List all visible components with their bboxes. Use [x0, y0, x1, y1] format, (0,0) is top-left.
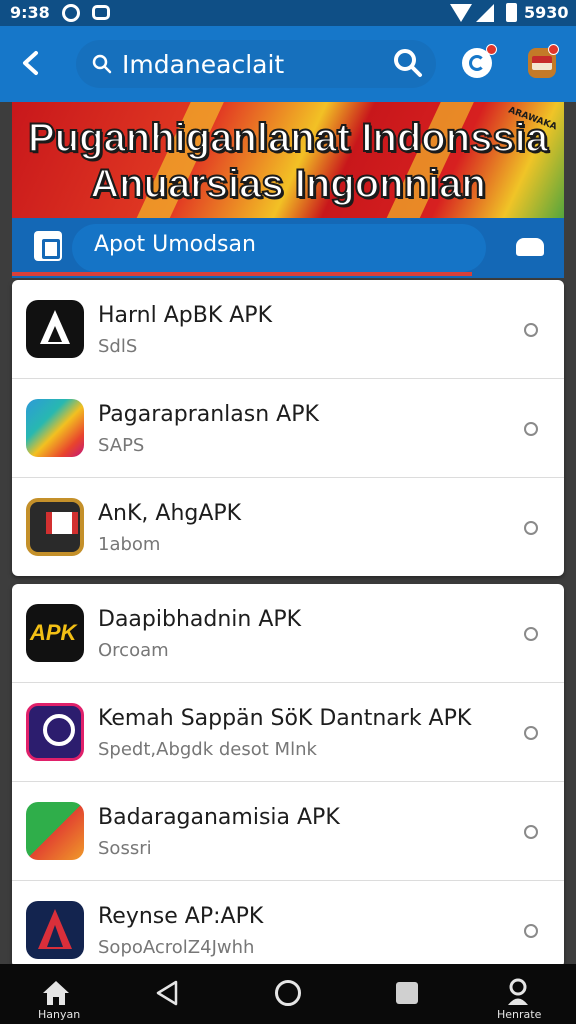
select-radio[interactable] — [524, 924, 538, 938]
app-list-item[interactable]: AnK, AhgAPK 1abom — [12, 478, 564, 576]
purple-circle-logo-icon — [26, 703, 84, 761]
category-label: Apot Umodsan — [94, 232, 256, 257]
profile-label: Henrate — [497, 1008, 542, 1021]
app-name: Reynse AP:APK — [98, 904, 264, 929]
signal-icon — [476, 4, 494, 22]
app-name: AnK, AhgAPK — [98, 501, 242, 526]
notification-badge — [486, 44, 497, 55]
select-radio[interactable] — [524, 323, 538, 337]
promo-banner[interactable]: Puganhiganlanat Indonssia Anuarsias Ingo… — [12, 102, 564, 218]
notification-circle-icon — [62, 4, 80, 22]
battery-icon — [506, 3, 517, 22]
blue-red-a-logo-icon — [26, 901, 84, 959]
app-list-item[interactable]: Kemah Sappän SöK Dantnark APK Spedt,Abgd… — [12, 683, 564, 782]
notification-square-icon — [92, 5, 110, 20]
app-list-card: APK Daapibhadnin APK Orcoam Kemah Sappän… — [12, 584, 564, 968]
wifi-icon — [450, 4, 472, 22]
home-label: Hanyan — [38, 1008, 81, 1021]
nav-recents-icon[interactable] — [396, 982, 418, 1004]
app-meta: SopoAcrolZ4Jwhh — [98, 937, 255, 958]
select-radio[interactable] — [524, 726, 538, 740]
app-list-item[interactable]: APK Daapibhadnin APK Orcoam — [12, 584, 564, 683]
nav-home-circle-icon[interactable] — [275, 980, 301, 1006]
select-radio[interactable] — [524, 422, 538, 436]
back-arrow-icon[interactable] — [20, 50, 42, 76]
status-time: 9:38 — [10, 3, 50, 22]
app-meta: SAPS — [98, 435, 145, 456]
yellow-apk-logo-icon: APK — [26, 604, 84, 662]
app-name: Harnl ApBK APK — [98, 303, 273, 328]
home-icon[interactable] — [42, 980, 70, 1006]
select-radio[interactable] — [524, 825, 538, 839]
black-a-logo-icon — [26, 300, 84, 358]
people-icon[interactable] — [516, 238, 544, 256]
green-arrow-logo-icon — [26, 802, 84, 860]
shopping-bag-icon[interactable] — [34, 231, 62, 261]
profile-icon[interactable] — [506, 978, 530, 1006]
apk-logo-text: APK — [30, 620, 77, 645]
battery-text: 5930 — [524, 3, 569, 22]
top-app-bar: Imdaneaclait — [0, 26, 576, 102]
colorful-play-logo-icon — [26, 399, 84, 457]
select-radio[interactable] — [524, 627, 538, 641]
app-name: Pagarapranlasn APK — [98, 402, 319, 427]
profile-flag-icon[interactable] — [528, 44, 559, 78]
app-meta: Spedt,Abgdk desot Mlnk — [98, 739, 317, 760]
search-icon — [92, 54, 112, 74]
search-box[interactable]: Imdaneaclait — [76, 40, 436, 88]
app-list-item[interactable]: Badaraganamisia APK Sossri — [12, 782, 564, 881]
sync-icon[interactable] — [462, 44, 497, 78]
app-list-item[interactable]: Harnl ApBK APK SdlS — [12, 280, 564, 379]
nav-back-icon[interactable] — [154, 980, 180, 1006]
app-meta: 1abom — [98, 534, 161, 555]
banner-title-line1: Puganhiganlanat Indonssia — [27, 115, 549, 161]
search-button-icon[interactable] — [393, 48, 423, 78]
notification-badge — [548, 44, 559, 55]
shield-badge-icon — [26, 498, 84, 556]
flag-icon — [532, 56, 552, 70]
app-meta: Sossri — [98, 838, 152, 859]
progress-underline — [12, 272, 472, 276]
sync-arc — [469, 55, 485, 71]
app-name: Badaraganamisia APK — [98, 805, 340, 830]
app-name: Kemah Sappän SöK Dantnark APK — [98, 706, 472, 731]
app-meta: SdlS — [98, 336, 138, 357]
search-query-text: Imdaneaclait — [122, 50, 285, 79]
banner-title-line2: Anuarsias Ingonnian — [89, 161, 487, 207]
app-list-item[interactable]: Pagarapranlasn APK SAPS — [12, 379, 564, 478]
status-bar: 9:38 5930 — [0, 0, 576, 26]
app-list-item[interactable]: Reynse AP:APK SopoAcrolZ4Jwhh — [12, 881, 564, 968]
bottom-nav-bar: Hanyan Henrate — [0, 964, 576, 1024]
category-bar: Apot Umodsan — [12, 218, 564, 278]
app-list-card: Harnl ApBK APK SdlS Pagarapranlasn APK S… — [12, 280, 564, 576]
app-meta: Orcoam — [98, 640, 169, 661]
app-name: Daapibhadnin APK — [98, 607, 302, 632]
select-radio[interactable] — [524, 521, 538, 535]
